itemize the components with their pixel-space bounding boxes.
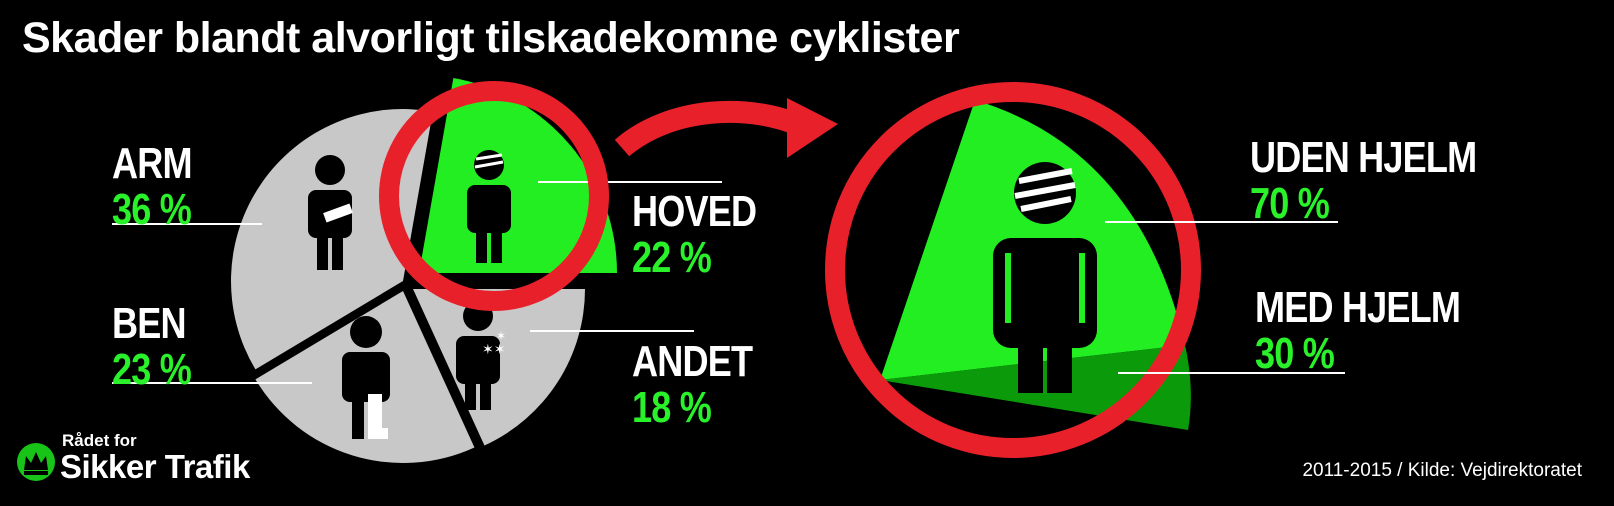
label-arm: ARM 36 % <box>112 139 193 234</box>
label-uden-hjelm: UDEN HJELM 70 % <box>1250 133 1477 228</box>
svg-text:✶✶: ✶✶ <box>482 341 505 357</box>
label-med-hjelm-name: MED HJELM <box>1255 283 1461 332</box>
label-ben-value: 23 % <box>112 345 192 394</box>
infographic-canvas: ✶✶ ✶ <box>17 78 1345 481</box>
svg-text:✶: ✶ <box>496 329 506 343</box>
label-arm-value: 36 % <box>112 185 192 234</box>
logo-big-text: Sikker Trafik <box>60 448 250 485</box>
label-med-hjelm-value: 30 % <box>1255 329 1335 378</box>
label-andet: ANDET 18 % <box>632 337 753 432</box>
label-uden-hjelm-name: UDEN HJELM <box>1250 133 1477 182</box>
label-hoved: HOVED 22 % <box>632 187 757 282</box>
source-note: 2011-2015 / Kilde: Vejdirektoratet <box>1302 460 1582 481</box>
label-uden-hjelm-value: 70 % <box>1250 179 1330 228</box>
label-hoved-value: 22 % <box>632 233 712 282</box>
label-andet-value: 18 % <box>632 383 712 432</box>
label-ben-name: BEN <box>112 299 187 348</box>
arrow-right-icon <box>614 98 838 158</box>
label-hoved-name: HOVED <box>632 187 757 236</box>
label-arm-name: ARM <box>112 139 193 188</box>
crown-logo-icon <box>17 443 55 481</box>
label-andet-name: ANDET <box>632 337 753 386</box>
label-ben: BEN 23 % <box>112 299 192 394</box>
label-med-hjelm: MED HJELM 30 % <box>1255 283 1461 378</box>
